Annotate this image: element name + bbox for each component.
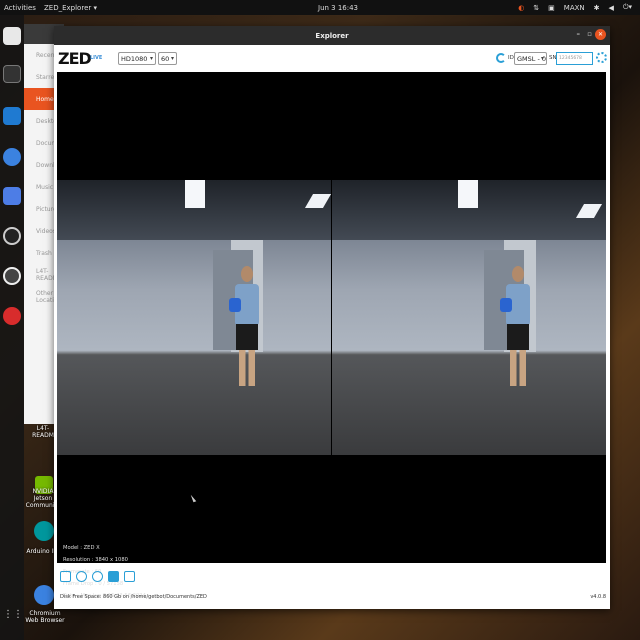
chromium-icon[interactable] [3, 148, 21, 166]
chevron-down-icon: ▾ [149, 55, 153, 62]
app-menu[interactable]: ZED_Explorer ▾ [44, 4, 97, 12]
fps-value: 60 [161, 54, 170, 63]
error-report-icon[interactable] [3, 307, 21, 325]
arduino-icon[interactable] [34, 521, 54, 541]
top-bar: Activities ZED_Explorer ▾ Jun 3 16:43 ◐ … [0, 0, 640, 15]
system-menu-icon[interactable]: ⏻▾ [623, 3, 632, 12]
zed-logo: ZED [58, 49, 92, 68]
desktop-icon-label[interactable]: Chromium Web Browser [24, 610, 66, 624]
power-mode-label[interactable]: MAXN [564, 4, 585, 12]
terminal-icon[interactable] [3, 65, 21, 83]
resolution-value: HD1080 [121, 54, 148, 63]
chevron-down-icon: ▾ [540, 55, 544, 62]
maximize-button[interactable]: ▫ [587, 30, 592, 38]
ceiling-light [458, 180, 478, 208]
vscode-icon[interactable] [3, 107, 21, 125]
explorer-window: Explorer – ▫ ✕ ZED LIVE HD1080 ▾ 60 ▾ ID… [54, 26, 610, 609]
floor [57, 355, 331, 455]
live-tag: LIVE [90, 55, 103, 61]
snapshot-icon[interactable] [124, 571, 135, 582]
fps-select[interactable]: 60 ▾ [158, 52, 177, 65]
refresh-icon[interactable] [496, 53, 506, 63]
screen-recorder-icon[interactable] [3, 187, 21, 205]
title-bar[interactable]: Explorer – ▫ ✕ [54, 26, 610, 45]
person-figure [500, 264, 530, 394]
chromium-desktop-icon[interactable] [34, 585, 54, 605]
minimize-button[interactable]: – [577, 30, 581, 38]
floor [332, 355, 606, 455]
volume-icon[interactable]: ◀ [609, 4, 614, 12]
toolbar: ZED LIVE HD1080 ▾ 60 ▾ ID GMSL - 0 ▾ SN … [54, 45, 610, 72]
obs-icon[interactable] [3, 227, 21, 245]
id-label: ID [508, 55, 514, 61]
camera-id-select[interactable]: GMSL - 0 ▾ [514, 52, 547, 65]
bluetooth-icon[interactable]: ✱ [594, 4, 600, 12]
app-store-icon[interactable] [3, 267, 21, 285]
sensors-icon[interactable] [92, 571, 103, 582]
video-viewer[interactable]: Model : ZED X Resolution : 3840 x 1080 F… [57, 72, 606, 599]
window-title: Explorer [315, 31, 349, 40]
serial-number-input[interactable]: 12345678 [556, 52, 593, 65]
gear-icon[interactable] [596, 52, 607, 63]
power-mode-icon[interactable]: ▣ [548, 4, 555, 12]
ceiling-light [185, 180, 205, 208]
clock[interactable]: Jun 3 16:43 [318, 4, 358, 12]
close-button[interactable]: ✕ [595, 29, 606, 40]
right-camera-frame [332, 180, 606, 455]
left-camera-frame [57, 180, 331, 455]
resolution-select[interactable]: HD1080 ▾ [118, 52, 156, 65]
bottom-toolbar [60, 571, 135, 582]
network-icon[interactable]: ⇅ [533, 4, 539, 12]
info-resolution: Resolution : 3840 x 1080 [63, 557, 128, 563]
serial-number-placeholder: 12345678 [559, 56, 582, 61]
folder-icon[interactable] [60, 571, 71, 582]
person-figure [229, 264, 259, 394]
show-apps-icon[interactable]: ⋮⋮ [3, 609, 23, 627]
files-icon[interactable] [3, 27, 21, 45]
disk-status: Disk Free Space: 860 Gb on /home/getbot/… [60, 594, 207, 600]
info-model: Model : ZED X [63, 545, 100, 551]
updates-icon[interactable]: ◐ [518, 4, 524, 12]
broadcast-icon[interactable] [76, 571, 87, 582]
dock: ⋮⋮ [0, 15, 24, 640]
activities-button[interactable]: Activities [4, 4, 36, 12]
version-label: v4.0.8 [590, 594, 606, 600]
svo-record-icon[interactable] [108, 571, 119, 582]
chevron-down-icon: ▾ [170, 55, 174, 62]
